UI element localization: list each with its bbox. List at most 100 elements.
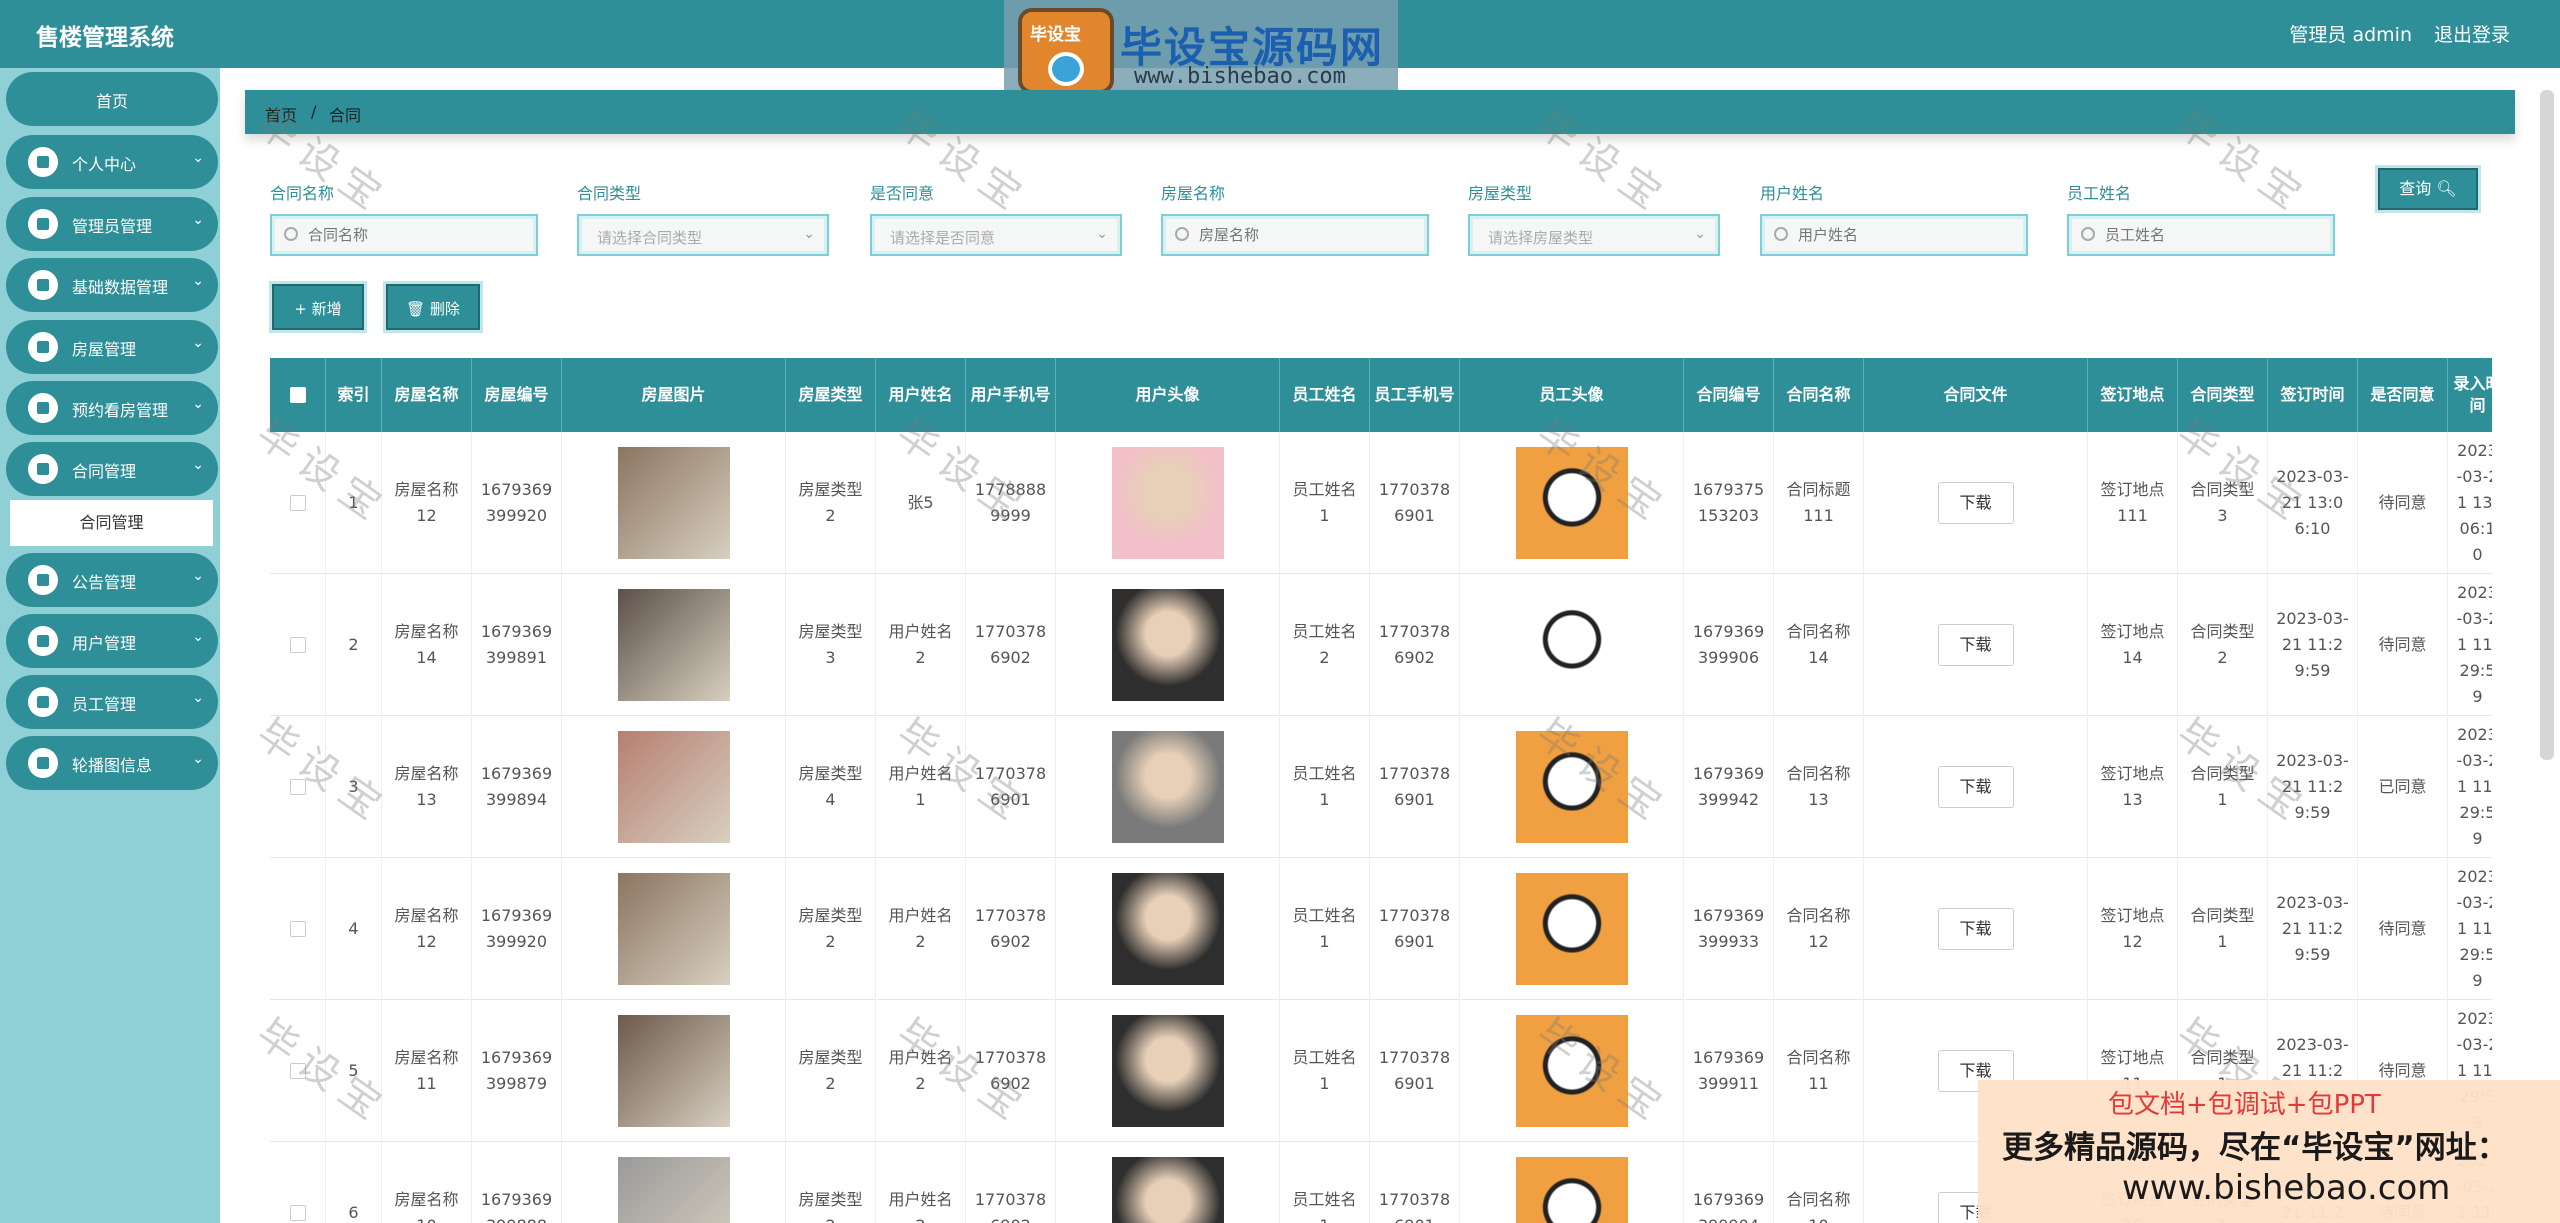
row-select-cell[interactable] [270, 1000, 326, 1142]
column-header: 签订地点 [2088, 358, 2178, 432]
cell-sign-time: 2023-03-21 11:29:59 [2268, 716, 2358, 858]
filter-input[interactable] [270, 214, 538, 256]
cell-entry-time: 2023-03-21 11:29:59 [2448, 574, 2492, 716]
sidebar-item-9[interactable]: 轮播图信息 ⌄ [6, 736, 218, 790]
sidebar-item-8[interactable]: 员工管理 ⌄ [6, 675, 218, 729]
search-icon [1774, 227, 1788, 241]
filter-text-input[interactable] [2069, 216, 2333, 254]
house-image [617, 589, 730, 701]
cell-user-avatar [1056, 1142, 1280, 1223]
chevron-down-icon: ⌄ [192, 690, 204, 706]
cell-contract-type: 合同类型1 [2178, 716, 2268, 858]
download-button[interactable]: 下载 [1937, 766, 2014, 808]
filter-input[interactable] [1760, 214, 2028, 256]
cell-user-phone: 17703786902 [966, 1000, 1056, 1142]
cell-staff-name: 员工姓名1 [1280, 858, 1370, 1000]
table-row[interactable]: 2 房屋名称14 1679369399891 房屋类型3 用户姓名2 1770378690… [270, 574, 2492, 716]
cell-user-name: 用户姓名2 [876, 858, 966, 1000]
filter-select[interactable]: 请选择合同类型 ⌄ [577, 214, 829, 256]
search-icon [1175, 227, 1189, 241]
grid-icon [28, 332, 58, 362]
cell-contract-name: 合同名称11 [1774, 1000, 1864, 1142]
table-row[interactable]: 1 房屋名称12 1679369399920 房屋类型2 张5 17788889999 员工… [270, 432, 2492, 574]
filter-select[interactable]: 请选择是否同意 ⌄ [870, 214, 1122, 256]
header-select-all[interactable] [270, 358, 326, 432]
sidebar-item-label: 首页 [95, 92, 128, 111]
row-checkbox[interactable] [289, 637, 306, 653]
add-button[interactable]: + 新增 [272, 284, 364, 330]
sidebar-item-1[interactable]: 管理员管理 ⌄ [6, 197, 218, 251]
row-select-cell[interactable] [270, 858, 326, 1000]
sidebar-item-2[interactable]: 基础数据管理 ⌄ [6, 258, 218, 312]
query-button[interactable]: 查询 🔍︎ [2378, 168, 2478, 210]
delete-button[interactable]: 🗑︎ 删除 [386, 284, 480, 330]
cell-house-name: 房屋名称13 [382, 716, 472, 858]
delete-button-label: 删除 [429, 300, 460, 318]
download-button[interactable]: 下载 [1937, 482, 2014, 524]
site-logo-watermark: 毕设宝 毕设宝源码网 www.bishebao.com [1004, 0, 1398, 102]
cell-agree: 待同意 [2358, 574, 2448, 716]
cell-user-phone: 17703786902 [966, 574, 1056, 716]
select-all-checkbox[interactable] [289, 387, 306, 403]
row-checkbox[interactable] [289, 495, 306, 511]
sidebar-item-5[interactable]: 合同管理 ⌄ [6, 442, 218, 496]
filter-label: 合同名称 [270, 184, 335, 203]
column-header: 签订时间 [2268, 358, 2358, 432]
user-avatar [1111, 1015, 1224, 1127]
download-button[interactable]: 下载 [1937, 624, 2014, 666]
row-select-cell[interactable] [270, 716, 326, 858]
filter-text-input[interactable] [272, 216, 536, 254]
filter-label: 房屋名称 [1161, 184, 1226, 203]
sidebar-item-4[interactable]: 预约看房管理 ⌄ [6, 381, 218, 435]
row-checkbox[interactable] [289, 1063, 306, 1079]
cell-agree: 待同意 [2358, 858, 2448, 1000]
row-select-cell[interactable] [270, 1142, 326, 1223]
table-row[interactable]: 4 房屋名称12 1679369399920 房屋类型2 用户姓名2 1770378690… [270, 858, 2492, 1000]
filter-select[interactable]: 请选择房屋类型 ⌄ [1468, 214, 1720, 256]
cell-user-phone: 17703786902 [966, 1142, 1056, 1223]
cell-house-type: 房屋类型4 [786, 716, 876, 858]
row-checkbox[interactable] [289, 1205, 306, 1221]
column-header: 索引 [326, 358, 382, 432]
column-header: 录入时间 [2448, 358, 2492, 432]
breadcrumb-home[interactable]: 首页 [265, 102, 297, 126]
vertical-scrollbar[interactable] [2540, 90, 2554, 760]
sidebar-item-home[interactable]: 首页 [6, 72, 218, 126]
download-button[interactable]: 下载 [1937, 908, 2014, 950]
sidebar-item-7[interactable]: 用户管理 ⌄ [6, 614, 218, 668]
column-header: 用户手机号 [966, 358, 1056, 432]
row-select-cell[interactable] [270, 432, 326, 574]
cell-contract-no: 1679375153203 [1684, 432, 1774, 574]
select-placeholder: 请选择合同类型 [597, 229, 703, 247]
promo-line-3: www.bishebao.com [2122, 1168, 2451, 1208]
trash-icon: 🗑︎ [406, 300, 426, 318]
cell-user-avatar [1056, 432, 1280, 574]
logo-url: www.bishebao.com [1134, 64, 1346, 89]
filter-text-input[interactable] [1163, 216, 1427, 254]
cell-contract-no: 1679369399942 [1684, 716, 1774, 858]
app-title: 售楼管理系统 [36, 25, 174, 51]
sidebar-item-0[interactable]: 个人中心 ⌄ [6, 135, 218, 189]
logo-badge-icon: 毕设宝 [1018, 8, 1114, 94]
house-image [617, 731, 730, 843]
cell-staff-name: 员工姓名1 [1280, 1000, 1370, 1142]
staff-avatar [1515, 1157, 1628, 1223]
filter-label: 员工姓名 [2067, 184, 2132, 203]
filter-label: 用户姓名 [1760, 184, 1825, 203]
sidebar-item-3[interactable]: 房屋管理 ⌄ [6, 320, 218, 374]
breadcrumb: 首页 / 合同 [245, 90, 2515, 134]
row-checkbox[interactable] [289, 779, 306, 795]
cell-user-avatar [1056, 574, 1280, 716]
staff-avatar [1515, 731, 1628, 843]
filter-input[interactable] [2067, 214, 2335, 256]
filter-input[interactable] [1161, 214, 1429, 256]
user-avatar [1111, 589, 1224, 701]
logout-link[interactable]: 退出登录 [2434, 20, 2510, 47]
row-select-cell[interactable] [270, 574, 326, 716]
table-row[interactable]: 3 房屋名称13 1679369399894 房屋类型4 用户姓名1 1770378690… [270, 716, 2492, 858]
filter-text-input[interactable] [1762, 216, 2026, 254]
sidebar-subitem-contract[interactable]: 合同管理 [10, 500, 213, 546]
sidebar-item-6[interactable]: 公告管理 ⌄ [6, 553, 218, 607]
row-checkbox[interactable] [289, 921, 306, 937]
cell-entry-time: 2023-03-21 11:29:59 [2448, 858, 2492, 1000]
